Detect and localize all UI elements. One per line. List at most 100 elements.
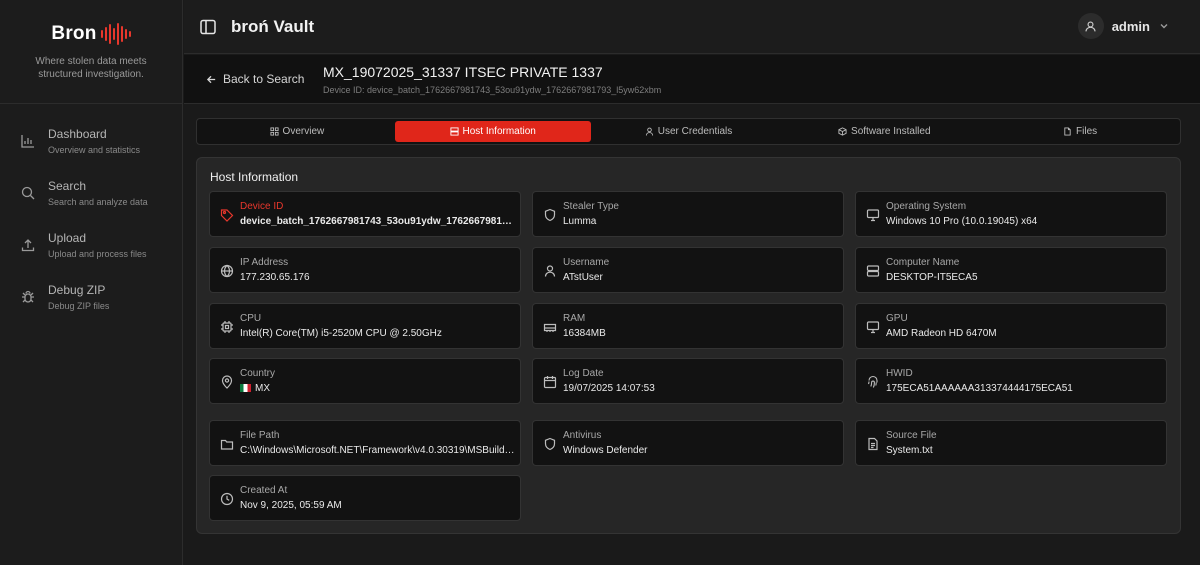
calendar-icon [543, 376, 557, 389]
card-value: System.txt [886, 445, 933, 456]
tab-label: Host Information [462, 126, 536, 137]
host-information-panel: Host Information Device ID device_batch_… [196, 157, 1181, 534]
shield-icon [544, 437, 556, 451]
card-value: DESKTOP-IT5ECA5 [886, 272, 978, 283]
card-value: AMD Radeon HD 6470M [886, 328, 997, 339]
sidebar-item-debug-zip[interactable]: Debug ZIP Debug ZIP files [0, 276, 182, 328]
card-ram: RAM 16384MB [532, 303, 844, 349]
sidebar-nav: Dashboard Overview and statistics Search… [0, 104, 182, 328]
card-value: device_batch_1762667981743_53ou91ydw_176… [240, 216, 516, 227]
upload-icon [21, 239, 35, 252]
tagline: Where stolen data meets structured inves… [0, 55, 182, 81]
card-label: HWID [886, 368, 913, 379]
card-stealer-type: Stealer Type Lumma [532, 191, 844, 237]
tab-overview[interactable]: Overview [199, 121, 395, 142]
card-country: Country MX [209, 358, 521, 404]
card-created-at: Created At Nov 9, 2025, 05:59 AM [209, 475, 521, 521]
package-icon [838, 127, 847, 136]
card-label: Computer Name [886, 257, 960, 268]
shield-icon [544, 208, 556, 222]
monitor-icon [866, 209, 880, 222]
brand: Bron Where stolen data meets structured … [0, 0, 182, 104]
tab-label: Software Installed [851, 126, 931, 137]
card-file-path: File Path C:\Windows\Microsoft.NET\Frame… [209, 420, 521, 466]
sidebar-item-label: Search [48, 179, 87, 193]
card-value: Windows 10 Pro (10.0.19045) x64 [886, 216, 1038, 227]
card-value: 177.230.65.176 [240, 272, 310, 283]
mexico-flag-icon [240, 384, 251, 392]
card-label: IP Address [240, 257, 289, 268]
card-value: C:\Windows\Microsoft.NET\Framework\v4.0.… [240, 445, 516, 456]
device-title: MX_19072025_31337 ITSEC PRIVATE 1337 [323, 64, 603, 80]
tab-label: User Credentials [657, 126, 733, 137]
sidebar-item-sublabel: Overview and statistics [48, 145, 141, 155]
card-label: Device ID [240, 201, 284, 212]
tab-host-information[interactable]: Host Information [394, 121, 591, 142]
card-cpu: CPU Intel(R) Core(TM) i5-2520M CPU @ 2.5… [209, 303, 521, 349]
card-hwid: HWID 175ECA51AAAAAA313374444175ECA51 [855, 358, 1167, 404]
monitor-icon [866, 321, 880, 334]
app-title: broń Vault [231, 16, 315, 36]
username: admin [1111, 18, 1150, 34]
arrow-left-icon [206, 75, 216, 83]
sidebar-item-sublabel: Search and analyze data [48, 197, 148, 207]
card-value: 19/07/2025 14:07:53 [563, 383, 655, 394]
card-value: Lumma [563, 216, 597, 227]
clock-icon [220, 492, 234, 506]
tab-bar: Overview Host Information User Credentia… [196, 118, 1181, 145]
card-value: ATstUser [563, 272, 603, 283]
sidebar-item-label: Dashboard [48, 127, 107, 141]
card-label: Created At [240, 485, 288, 496]
device-id-subtitle: Device ID: device_batch_1762667981743_53… [323, 85, 662, 95]
bug-icon [22, 290, 34, 303]
tagline-line-1: Where stolen data meets [35, 56, 147, 67]
chevron-down-icon [1160, 24, 1168, 29]
tab-label: Files [1076, 126, 1098, 137]
tagline-line-2: structured investigation. [38, 69, 144, 80]
user-icon [1085, 20, 1096, 31]
map-pin-icon [221, 375, 233, 389]
card-value: 16384MB [563, 328, 606, 339]
sidebar-item-upload[interactable]: Upload Upload and process files [0, 224, 182, 276]
back-to-search-button[interactable]: Back to Search [206, 72, 304, 86]
cpu-icon [221, 321, 233, 333]
sidebar-item-search[interactable]: Search Search and analyze data [0, 172, 182, 224]
tab-software-installed[interactable]: Software Installed [786, 121, 982, 142]
sidebar-item-label: Upload [48, 231, 87, 245]
card-source-file: Source File System.txt [855, 420, 1167, 466]
card-value: 175ECA51AAAAAA313374444175ECA51 [886, 383, 1073, 394]
card-operating-system: Operating System Windows 10 Pro (10.0.19… [855, 191, 1167, 237]
card-label: Country [240, 368, 276, 379]
sidebar-item-sublabel: Upload and process files [48, 249, 147, 259]
country-code: MX [255, 383, 270, 394]
card-label: Operating System [886, 201, 967, 212]
fingerprint-icon [867, 375, 878, 388]
globe-icon [220, 264, 234, 278]
back-label: Back to Search [223, 72, 305, 86]
soundwave-icon [100, 22, 131, 46]
card-label: Antivirus [563, 430, 602, 441]
sidebar: Bron Where stolen data meets structured … [0, 0, 183, 565]
card-value: Nov 9, 2025, 05:59 AM [240, 500, 342, 511]
tab-label: Overview [282, 126, 325, 137]
sidebar-item-sublabel: Debug ZIP files [48, 301, 110, 311]
logo[interactable]: Bron [51, 22, 131, 46]
server-icon [866, 265, 880, 277]
sidebar-item-dashboard[interactable]: Dashboard Overview and statistics [0, 120, 182, 172]
user-icon [544, 265, 556, 277]
grid-icon [269, 127, 279, 136]
tab-user-credentials[interactable]: User Credentials [591, 121, 787, 142]
card-gpu: GPU AMD Radeon HD 6470M [855, 303, 1167, 349]
sidebar-toggle-icon[interactable] [199, 18, 217, 36]
card-label: File Path [240, 430, 280, 441]
memory-icon [543, 323, 557, 332]
card-value: Intel(R) Core(TM) i5-2520M CPU @ 2.50GHz [240, 328, 442, 339]
server-icon [449, 127, 459, 136]
user-menu[interactable]: admin [1077, 13, 1170, 39]
folder-icon [220, 439, 234, 450]
card-device-id[interactable]: Device ID device_batch_1762667981743_53o… [209, 191, 521, 237]
sidebar-item-label: Debug ZIP [48, 283, 106, 297]
card-label: GPU [886, 313, 908, 324]
bar-chart-icon [21, 135, 34, 148]
tab-files[interactable]: Files [982, 121, 1178, 142]
